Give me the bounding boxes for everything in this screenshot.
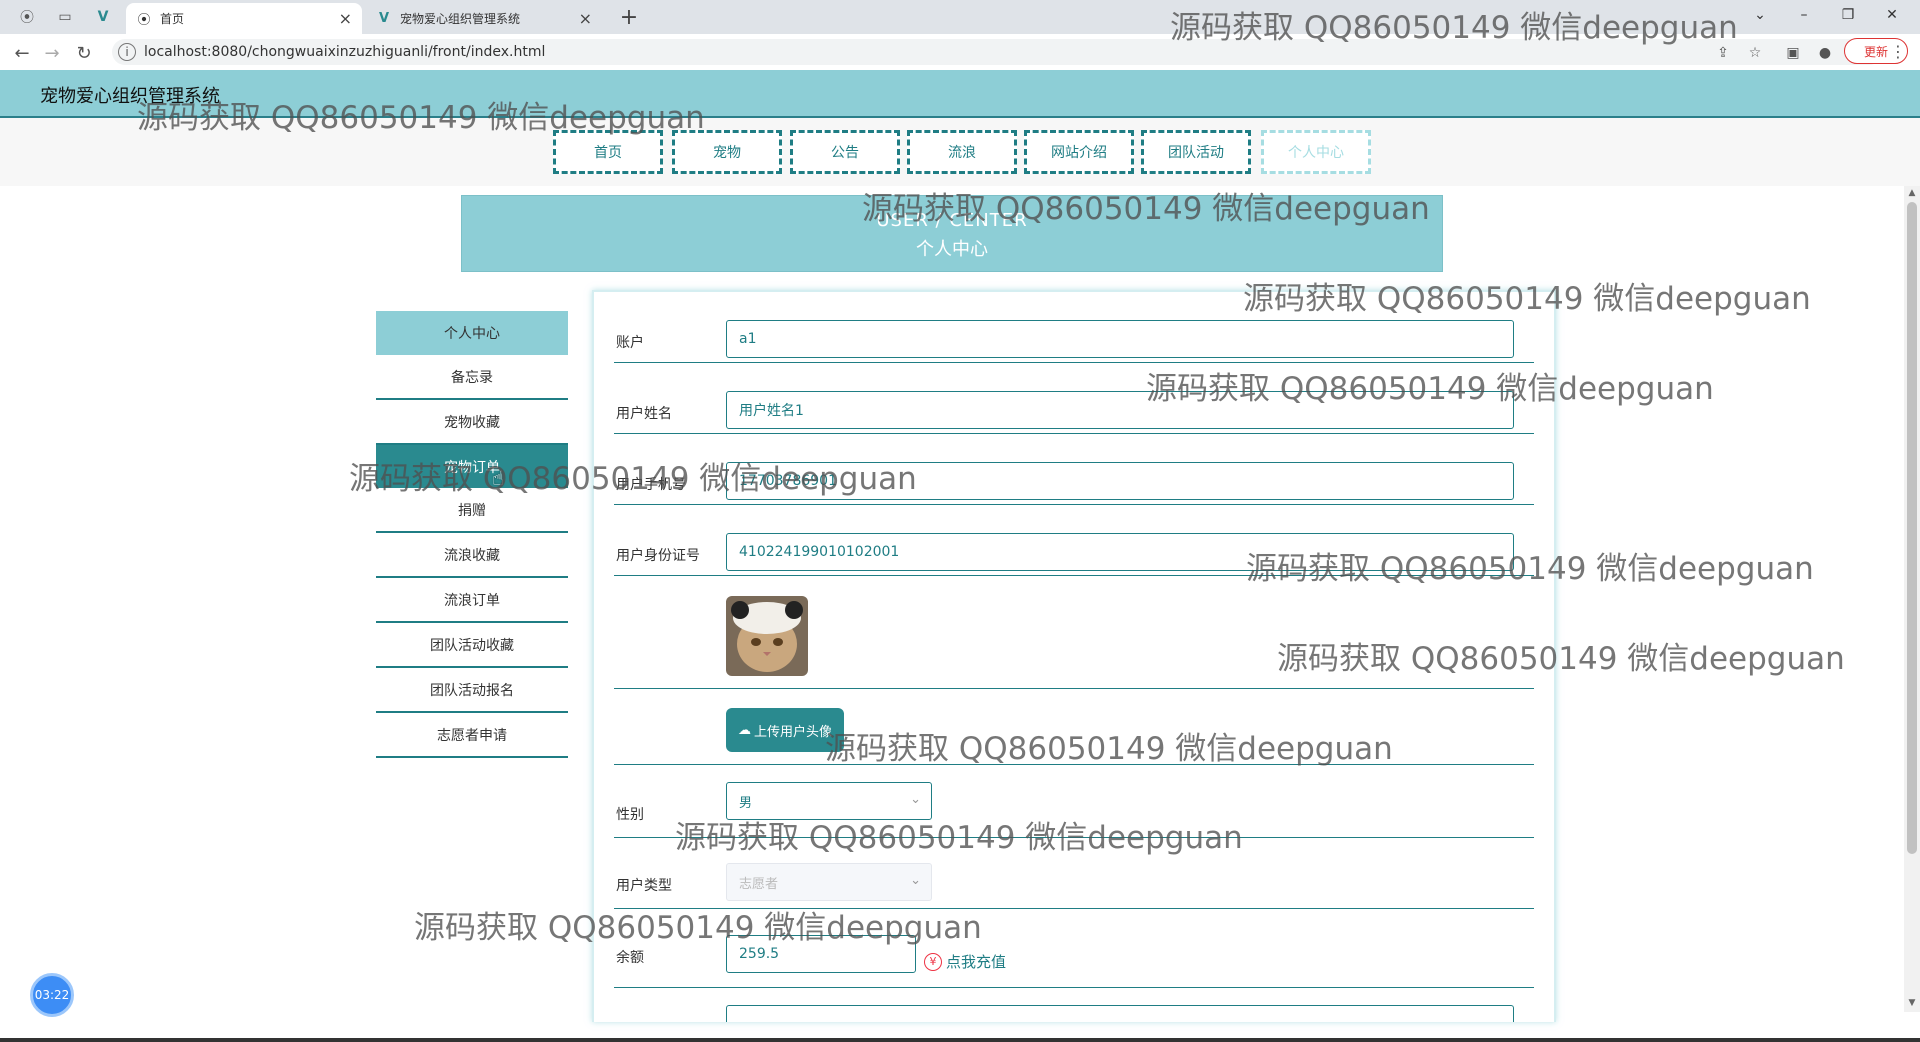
- site-title: 宠物爱心组织管理系统: [40, 86, 220, 107]
- nav-team-activities[interactable]: 团队活动: [1141, 130, 1251, 174]
- chevron-down-icon: ⌄: [910, 792, 921, 807]
- nav-notices[interactable]: 公告: [790, 130, 900, 174]
- restore-icon[interactable]: ❐: [1826, 0, 1870, 30]
- profile-icon[interactable]: ●: [1814, 42, 1836, 64]
- user-avatar: [726, 596, 808, 676]
- form-row-upload: ☁ 上传用户头像: [614, 698, 1534, 765]
- user-type-label: 用户类型: [616, 878, 672, 894]
- cloud-upload-icon: ☁: [737, 722, 751, 738]
- user-type-select: 志愿者 ⌄: [726, 863, 932, 901]
- form-row-gender: 性别 男 ⌄: [614, 782, 1534, 838]
- close-window-icon[interactable]: ✕: [1870, 0, 1914, 30]
- sidebar-item-pet-favorites[interactable]: 宠物收藏: [376, 400, 568, 445]
- form-row-user-type: 用户类型 志愿者 ⌄: [614, 863, 1534, 909]
- gender-label: 性别: [616, 807, 644, 823]
- form-row-account: 账户 a1: [614, 320, 1534, 363]
- recording-timer[interactable]: 03:22: [30, 973, 74, 1017]
- nav-strays[interactable]: 流浪: [907, 130, 1017, 174]
- pinned-tab-icon[interactable]: ⦿: [16, 6, 38, 28]
- upload-avatar-label: 上传用户头像: [753, 724, 832, 740]
- yen-icon: ¥: [924, 952, 942, 971]
- profile-form: 账户 a1 用户姓名 用户姓名1 用户手机号 17703786901 用户身份证…: [592, 290, 1556, 1022]
- user-type-value: 志愿者: [739, 876, 779, 892]
- url-field[interactable]: i localhost:8080/chongwuaixinzuzhiguanli…: [112, 39, 1882, 65]
- form-row-avatar: [614, 586, 1534, 689]
- nav-pets[interactable]: 宠物: [672, 130, 782, 174]
- share-icon[interactable]: ⇪: [1712, 42, 1734, 64]
- back-icon[interactable]: ←: [10, 41, 34, 65]
- nav-user-center[interactable]: 个人中心: [1261, 130, 1371, 174]
- menu-icon[interactable]: ⋮: [1890, 42, 1906, 61]
- vue-logo-icon: V: [378, 11, 390, 26]
- nav-home[interactable]: 首页: [553, 130, 663, 174]
- taskbar-edge: [0, 1038, 1920, 1042]
- close-tab-icon[interactable]: ×: [579, 9, 592, 28]
- form-row-name: 用户姓名 用户姓名1: [614, 391, 1534, 434]
- gender-value: 男: [739, 795, 753, 811]
- scroll-down-icon[interactable]: ▼: [1904, 996, 1920, 1010]
- name-label: 用户姓名: [616, 406, 672, 422]
- sidebar-item-user-center[interactable]: 个人中心: [376, 311, 568, 355]
- recharge-label: 点我充值: [946, 953, 1007, 971]
- forward-icon[interactable]: →: [40, 41, 64, 65]
- tab-title: 宠物爱心组织管理系统: [400, 12, 521, 26]
- form-row-phone: 用户手机号 17703786901: [614, 462, 1534, 505]
- side-panel-icon[interactable]: ▣: [1782, 42, 1804, 64]
- nav-site-intro[interactable]: 网站介绍: [1024, 130, 1134, 174]
- globe-icon: ⦿: [137, 13, 151, 28]
- id-card-input[interactable]: 410224199010102001: [726, 533, 1514, 571]
- id-card-label: 用户身份证号: [616, 548, 700, 564]
- phone-input[interactable]: 17703786901: [726, 462, 1514, 500]
- site-info-icon[interactable]: i: [118, 43, 136, 61]
- form-row-balance: 余额 259.5 ¥ 点我充值: [614, 935, 1534, 988]
- close-tab-icon[interactable]: ×: [339, 9, 352, 28]
- recharge-link[interactable]: ¥ 点我充值: [924, 951, 1006, 972]
- bookmark-star-icon[interactable]: ☆: [1744, 42, 1766, 64]
- address-bar: ← → ↻ i localhost:8080/chongwuaixinzuzhi…: [0, 34, 1920, 71]
- new-tab-button[interactable]: +: [616, 4, 642, 30]
- tab-title: 首页: [160, 12, 185, 26]
- main-nav: 首页 宠物 公告 流浪 网站介绍 团队活动 个人中心: [0, 118, 1920, 186]
- chevron-down-icon: ⌄: [910, 873, 921, 888]
- tab-search-icon[interactable]: ⌄: [1738, 0, 1782, 30]
- sidebar-item-stray-orders[interactable]: 流浪订单: [376, 578, 568, 623]
- balance-input[interactable]: 259.5: [726, 935, 916, 973]
- browser-tab-bar: ⦿ ▭ V ⦿ 首页 × V 宠物爱心组织管理系统 × + ⌄ – ❐ ✕: [0, 0, 1920, 34]
- url-text: localhost:8080/chongwuaixinzuzhiguanli/f…: [144, 44, 546, 60]
- balance-label: 余额: [616, 950, 644, 966]
- scrollbar-thumb[interactable]: [1907, 202, 1917, 854]
- sidebar-item-activity-favorites[interactable]: 团队活动收藏: [376, 623, 568, 668]
- gender-select[interactable]: 男 ⌄: [726, 782, 932, 820]
- sidebar-item-pet-orders[interactable]: 宠物订单: [376, 445, 568, 488]
- next-field-input[interactable]: [726, 1005, 1514, 1022]
- minimize-icon[interactable]: –: [1782, 0, 1826, 30]
- mouse-cursor-icon: ☝: [492, 466, 505, 490]
- tab-system[interactable]: V 宠物爱心组织管理系统 ×: [366, 3, 602, 34]
- account-input[interactable]: a1: [726, 320, 1514, 358]
- scroll-up-icon[interactable]: ▲: [1904, 186, 1920, 200]
- banner-title: 个人中心: [916, 239, 988, 260]
- sidebar-item-donation[interactable]: 捐赠: [376, 488, 568, 533]
- site-header: 宠物爱心组织管理系统: [0, 70, 1920, 118]
- form-row-id-card: 用户身份证号 410224199010102001: [614, 533, 1534, 576]
- sidebar-item-activity-signup[interactable]: 团队活动报名: [376, 668, 568, 713]
- name-input[interactable]: 用户姓名1: [726, 391, 1514, 429]
- phone-label: 用户手机号: [616, 477, 686, 493]
- account-label: 账户: [616, 335, 644, 351]
- sidebar-item-memo[interactable]: 备忘录: [376, 355, 568, 400]
- banner-english-title: USER / CENTER: [876, 210, 1028, 231]
- pinned-tab-icon[interactable]: ▭: [54, 6, 76, 28]
- reload-icon[interactable]: ↻: [72, 41, 96, 65]
- sidebar-item-volunteer-apply[interactable]: 志愿者申请: [376, 713, 568, 758]
- upload-avatar-button[interactable]: ☁ 上传用户头像: [726, 708, 844, 752]
- user-sidebar: 个人中心 备忘录 宠物收藏 宠物订单 捐赠 流浪收藏 流浪订单 团队活动收藏 团…: [376, 311, 568, 758]
- page-banner: USER / CENTER 个人中心: [461, 195, 1443, 272]
- vue-logo-icon[interactable]: V: [92, 6, 114, 28]
- sidebar-item-stray-favorites[interactable]: 流浪收藏: [376, 533, 568, 578]
- tab-home[interactable]: ⦿ 首页 ×: [126, 3, 362, 34]
